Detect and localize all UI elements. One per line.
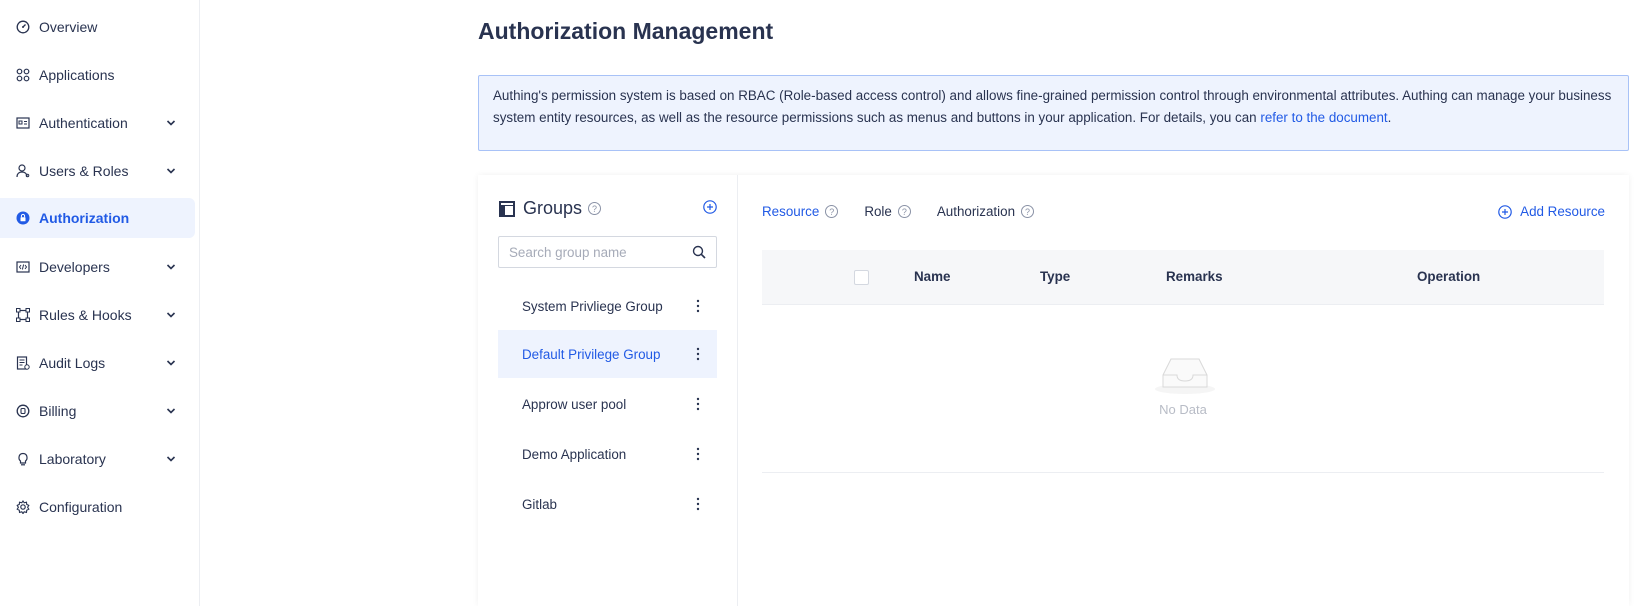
sidebar-item-label: Users & Roles [39, 163, 129, 179]
info-text-end: . [1387, 110, 1392, 125]
chevron-down-icon [166, 408, 176, 414]
nodes-icon [16, 308, 30, 322]
group-item-label: Approw user pool [522, 396, 627, 412]
help-icon[interactable]: ? [1021, 205, 1035, 218]
groups-title: Groups [523, 198, 583, 218]
add-resource-button[interactable]: Add Resource [1498, 204, 1605, 219]
add-resource-label: Add Resource [1520, 204, 1605, 219]
add-circle-icon [1498, 204, 1512, 219]
group-search [498, 236, 717, 268]
table-body: No Data [762, 305, 1604, 473]
chevron-down-icon [166, 312, 176, 318]
refer-document-link[interactable]: refer to the document [1260, 110, 1387, 125]
sidebar-item-authorization[interactable]: Authorization [0, 198, 195, 238]
tab-role[interactable]: Role ? [864, 204, 911, 219]
more-vertical-icon[interactable] [696, 347, 700, 361]
group-item-gitlab[interactable]: Gitlab [498, 480, 717, 528]
more-vertical-icon[interactable] [696, 447, 700, 461]
group-item-label: Gitlab [522, 496, 557, 512]
group-item-label: Default Privilege Group [522, 346, 661, 362]
sidebar-item-label: Overview [39, 19, 98, 35]
sidebar-item-rules-hooks[interactable]: Rules & Hooks [0, 295, 195, 335]
chevron-down-icon [166, 264, 176, 270]
resource-table: Name Type Remarks Operation No Data [762, 250, 1604, 473]
gear-icon [16, 500, 30, 514]
sidebar-item-label: Billing [39, 403, 77, 419]
sidebar-item-applications[interactable]: Applications [0, 55, 195, 95]
coin-icon [16, 404, 30, 418]
group-item-label: System Privliege Group [522, 298, 663, 314]
sidebar-item-users-roles[interactable]: Users & Roles [0, 151, 195, 191]
apps-grid-icon [16, 68, 30, 82]
info-text: Authing's permission system is based on … [493, 88, 1612, 125]
sidebar-item-label: Applications [39, 67, 115, 83]
id-card-icon [16, 116, 30, 130]
column-header-type[interactable]: Type [1040, 269, 1070, 284]
group-item-label: Demo Application [522, 446, 627, 462]
column-header-operation[interactable]: Operation [1417, 269, 1480, 284]
log-icon [16, 356, 30, 370]
tab-resource[interactable]: Resource ? [762, 204, 839, 219]
sidebar-item-configuration[interactable]: Configuration [0, 487, 195, 527]
sidebar-item-label: Configuration [39, 499, 123, 515]
resources-panel: Resource ? Role ? Authorization ? Add Re… [738, 175, 1629, 606]
groups-header: Groups ? [499, 198, 602, 219]
help-icon[interactable]: ? [825, 205, 839, 218]
search-icon[interactable] [692, 245, 706, 259]
sidebar: Overview Applications Authentication Use… [0, 0, 200, 606]
add-group-icon[interactable] [703, 200, 717, 214]
page-title: Authorization Management [478, 18, 774, 44]
sidebar-item-billing[interactable]: Billing [0, 391, 195, 431]
more-vertical-icon[interactable] [696, 299, 700, 313]
empty-inbox-icon [1155, 358, 1215, 394]
tab-label: Resource [762, 204, 820, 219]
table-header: Name Type Remarks Operation [762, 250, 1604, 305]
info-alert: Authing's permission system is based on … [478, 75, 1629, 151]
chevron-down-icon [166, 456, 176, 462]
sidebar-item-label: Laboratory [39, 451, 106, 467]
group-item-system-privilege[interactable]: System Privliege Group [498, 282, 717, 330]
column-header-remarks[interactable]: Remarks [1166, 269, 1223, 284]
groups-panel: Groups ? System Privliege Group Default … [478, 175, 738, 606]
chevron-down-icon [166, 360, 176, 366]
sidebar-item-laboratory[interactable]: Laboratory [0, 439, 195, 479]
help-icon[interactable]: ? [588, 202, 602, 215]
more-vertical-icon[interactable] [696, 397, 700, 411]
select-all-checkbox[interactable] [854, 270, 869, 285]
sidebar-item-label: Audit Logs [39, 355, 106, 371]
sidebar-item-label: Authentication [39, 115, 128, 131]
sidebar-item-label: Authorization [39, 210, 130, 226]
empty-state-text: No Data [1159, 402, 1207, 417]
more-vertical-icon[interactable] [696, 497, 700, 511]
search-group-input[interactable] [499, 238, 692, 266]
tab-label: Role [864, 204, 892, 219]
chevron-down-icon [166, 120, 176, 126]
user-icon [16, 164, 30, 178]
tab-label: Authorization [936, 204, 1016, 219]
group-item-demo-application[interactable]: Demo Application [498, 430, 717, 478]
tab-authorization[interactable]: Authorization ? [936, 204, 1035, 219]
group-item-approw-user-pool[interactable]: Approw user pool [498, 380, 717, 428]
lock-circle-icon [16, 211, 30, 225]
folder-icon [499, 200, 515, 217]
sidebar-item-overview[interactable]: Overview [0, 7, 195, 47]
bulb-icon [16, 452, 30, 466]
tab-bar: Resource ? Role ? Authorization ? [762, 204, 1060, 219]
group-item-default-privilege[interactable]: Default Privilege Group [498, 330, 717, 378]
column-header-name[interactable]: Name [914, 269, 950, 284]
sidebar-item-authentication[interactable]: Authentication [0, 103, 195, 143]
sidebar-item-audit-logs[interactable]: Audit Logs [0, 343, 195, 383]
dashboard-icon [16, 20, 30, 34]
sidebar-item-developers[interactable]: Developers [0, 247, 195, 287]
code-icon [16, 260, 30, 274]
authorization-card: Groups ? System Privliege Group Default … [478, 175, 1629, 606]
sidebar-item-label: Rules & Hooks [39, 307, 132, 323]
chevron-down-icon [166, 168, 176, 174]
sidebar-item-label: Developers [39, 259, 110, 275]
help-icon[interactable]: ? [897, 205, 911, 218]
